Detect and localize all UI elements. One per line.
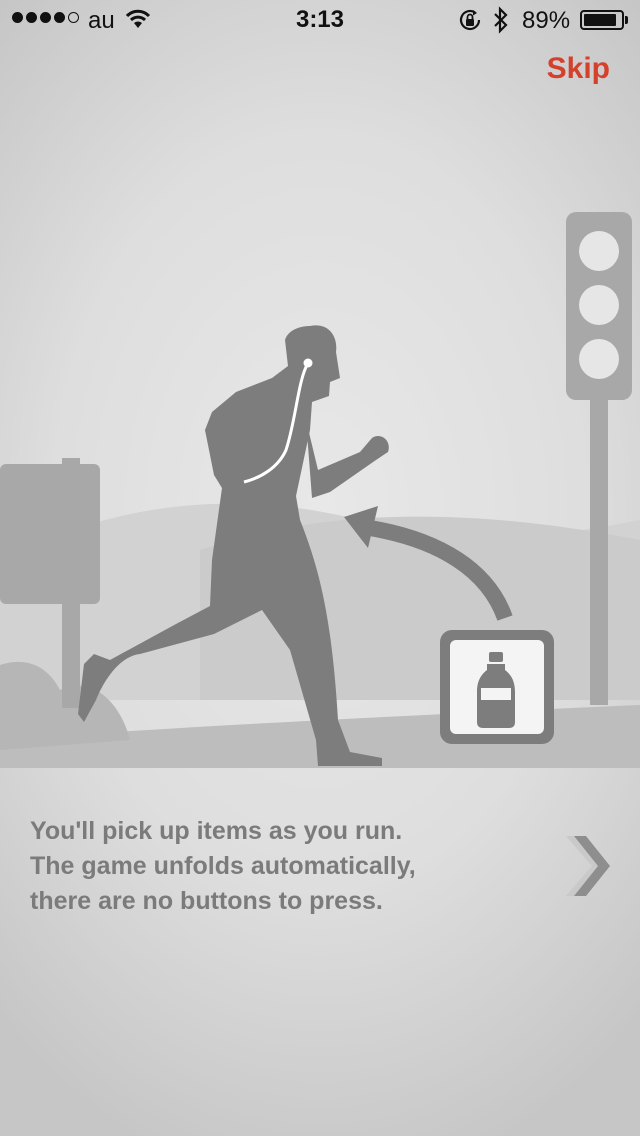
- status-bar: au 3:13 89%: [0, 0, 640, 40]
- battery-icon: [580, 10, 624, 30]
- tutorial-screen: au 3:13 89% Skip You'll pick up items as…: [0, 0, 640, 1136]
- tutorial-message: You'll pick up items as you run. The gam…: [30, 814, 530, 919]
- chevron-right-icon[interactable]: [560, 830, 616, 902]
- battery-percent: 89%: [522, 7, 571, 34]
- tutorial-line: there are no buttons to press.: [30, 887, 383, 915]
- battery-level: [584, 14, 617, 26]
- tutorial-line: The game unfolds automatically,: [30, 852, 416, 880]
- orientation-lock-icon: [459, 9, 481, 31]
- skip-button[interactable]: Skip: [547, 52, 610, 86]
- battery-tip: [625, 16, 628, 24]
- tutorial-illustration: [0, 212, 640, 768]
- water-bottle-item: [440, 630, 554, 744]
- tutorial-line: You'll pick up items as you run.: [30, 817, 403, 845]
- bluetooth-icon: [494, 6, 508, 34]
